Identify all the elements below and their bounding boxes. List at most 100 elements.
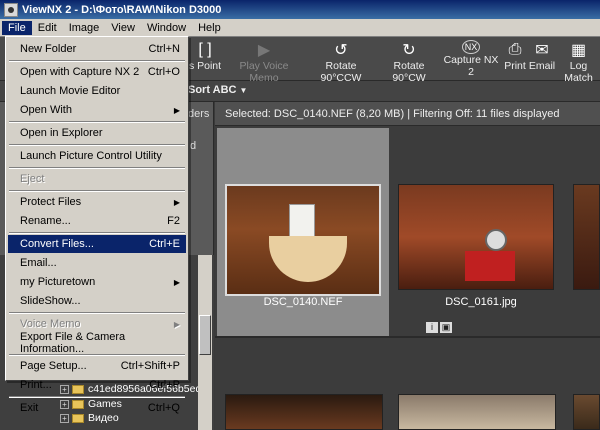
menu-item-shortcut: Ctrl+N (148, 43, 180, 55)
menu-separator (9, 232, 185, 234)
thumbnail-image[interactable] (573, 394, 600, 430)
menu-item-rename[interactable]: Rename... F2 (8, 212, 186, 230)
menu-item-eject: Eject (8, 170, 186, 188)
menu-item-label: Email... (20, 257, 57, 269)
menu-item-my-picturetown[interactable]: my Picturetown ▶ (8, 273, 186, 291)
menu-item-slideshow[interactable]: SlideShow... (8, 292, 186, 310)
menu-item-label: Voice Memo (20, 318, 81, 330)
menu-item-label: Convert Files... (20, 238, 94, 250)
menu-image[interactable]: Image (63, 21, 106, 35)
thumbnail-filename: DSC_0161.jpg (445, 296, 517, 308)
menu-item-label: Open in Explorer (20, 127, 103, 139)
menu-item-label: Export File & Camera Information... (20, 331, 126, 355)
menu-item-label: Page Setup... (20, 360, 87, 372)
printer-icon: ⎙ (508, 41, 522, 58)
menu-item-new-folder[interactable]: New Folder Ctrl+N (8, 40, 186, 58)
status-bar: Selected: DSC_0140.NEF (8,20 MB) | Filte… (215, 102, 600, 126)
print-button[interactable]: ⎙ Print (503, 40, 527, 78)
menu-item-launch-picture-control-utility[interactable]: Launch Picture Control Utility (8, 147, 186, 165)
window-title: ViewNX 2 - D:\Фото\RAW\Nikon D3000 (22, 3, 222, 16)
menu-item-email[interactable]: Email... (8, 254, 186, 272)
thumbnail-image[interactable] (225, 394, 383, 430)
capture-nx-label: Capture NX 2 (443, 54, 499, 78)
file-badges: i ▣ (426, 322, 452, 333)
menu-item-exit[interactable]: Exit Ctrl+Q (8, 399, 186, 417)
menu-item-export-file-camera-information[interactable]: Export File & Camera Information... (8, 331, 186, 355)
menu-window[interactable]: Window (141, 21, 192, 35)
submenu-arrow-icon: ▶ (173, 197, 180, 207)
rotate-cw-icon: ↻ (402, 42, 416, 59)
menu-item-page-setup[interactable]: Page Setup... Ctrl+Shift+P (8, 357, 186, 375)
menu-separator (9, 354, 185, 356)
menu-item-shortcut: Ctrl+E (149, 238, 180, 250)
menu-separator (9, 396, 185, 398)
info-icon: i (426, 322, 438, 333)
rotate-cw-button[interactable]: ↻ Rotate 90°CW (378, 40, 440, 84)
sort-label: Sort ABC (188, 84, 237, 96)
thumbnail-image[interactable] (398, 184, 554, 290)
status-text: Selected: DSC_0140.NEF (8,20 MB) | Filte… (225, 107, 560, 120)
photo-subject (465, 251, 515, 281)
menu-view[interactable]: View (105, 21, 141, 35)
menu-file[interactable]: File (2, 20, 32, 35)
menu-item-shortcut: Ctrl+P (149, 379, 180, 391)
menu-item-open-with-capture-nx-2[interactable]: Open with Capture NX 2 Ctrl+O (8, 63, 186, 81)
log-match-icon: ▦ (570, 42, 587, 59)
rotate-ccw-icon: ↺ (334, 42, 348, 59)
submenu-arrow-icon: ▶ (173, 105, 180, 115)
capture-nx-icon: NX (462, 40, 480, 54)
thumbnail-cell[interactable] (571, 394, 600, 430)
focus-point-button[interactable]: [ ] s Point (186, 40, 224, 78)
menu-item-label: my Picturetown (20, 276, 96, 288)
tree-scrollbar[interactable] (198, 255, 212, 430)
menu-item-protect-files[interactable]: Protect Files ▶ (8, 193, 186, 211)
scrollbar-thumb[interactable] (199, 315, 211, 355)
print-label: Print (504, 60, 526, 72)
thumbnail-image[interactable] (225, 184, 381, 296)
chevron-down-icon: ▼ (239, 86, 248, 95)
menu-item-label: New Folder (20, 43, 77, 55)
thumbnail-cell[interactable]: DSC_0161.jpg i ▣ (395, 128, 567, 336)
photo-subject (485, 229, 507, 251)
capture-nx-button[interactable]: NX Capture NX 2 (442, 40, 500, 78)
envelope-icon: ✉ (535, 42, 549, 59)
menu-item-open-in-explorer[interactable]: Open in Explorer (8, 124, 186, 142)
menu-item-open-with[interactable]: Open With ▶ (8, 101, 186, 119)
menu-item-label: Print... (20, 379, 52, 391)
menu-item-shortcut: Ctrl+Shift+P (120, 360, 180, 372)
menu-item-shortcut: Ctrl+O (147, 66, 180, 78)
menu-item-launch-movie-editor[interactable]: Launch Movie Editor (8, 82, 186, 100)
rotate-ccw-button[interactable]: ↺ Rotate 90°CCW (306, 40, 376, 84)
menu-separator (9, 190, 185, 192)
sort-dropdown[interactable]: Sort ABC ▼ (188, 84, 247, 96)
menu-separator (9, 144, 185, 146)
thumbnail-cell[interactable] (571, 128, 600, 336)
thumbnail-cell[interactable] (225, 394, 385, 430)
menu-item-label: Open with Capture NX 2 (20, 66, 140, 78)
menu-bar: File Edit Image View Window Help (0, 19, 600, 37)
menu-help[interactable]: Help (192, 21, 227, 35)
focus-point-icon: [ ] (198, 41, 212, 58)
file-menu: New Folder Ctrl+N Open with Capture NX 2 Ct… (5, 36, 189, 414)
stack-icon: ▣ (440, 322, 452, 333)
menu-item-shortcut: F2 (167, 215, 180, 227)
menu-item-print[interactable]: Print... Ctrl+P (8, 376, 186, 394)
play-voice-memo-button[interactable]: ▶ Play Voice Memo (226, 40, 302, 84)
folders-tab[interactable]: ders (188, 108, 209, 120)
thumbnail-filename: DSC_0140.NEF (263, 296, 343, 308)
menu-separator (9, 60, 185, 62)
log-match-button[interactable]: ▦ Log Match (557, 40, 600, 84)
thumbnail-image[interactable] (398, 394, 556, 430)
menu-item-label: Open With (20, 104, 72, 116)
thumbnail-image[interactable] (573, 184, 600, 290)
thumbnail-cell[interactable] (398, 394, 558, 430)
thumbnail-cell[interactable]: DSC_0140.NEF (217, 128, 389, 336)
menu-item-shortcut: Ctrl+Q (147, 402, 180, 414)
menu-edit[interactable]: Edit (32, 21, 63, 35)
email-button[interactable]: ✉ Email (529, 40, 555, 78)
menu-item-label: Exit (20, 402, 39, 414)
menu-separator (9, 167, 185, 169)
menu-item-label: SlideShow... (20, 295, 81, 307)
title-bar: ViewNX 2 - D:\Фото\RAW\Nikon D3000 (0, 0, 600, 19)
menu-item-convert-files[interactable]: Convert Files... Ctrl+E (8, 235, 186, 253)
